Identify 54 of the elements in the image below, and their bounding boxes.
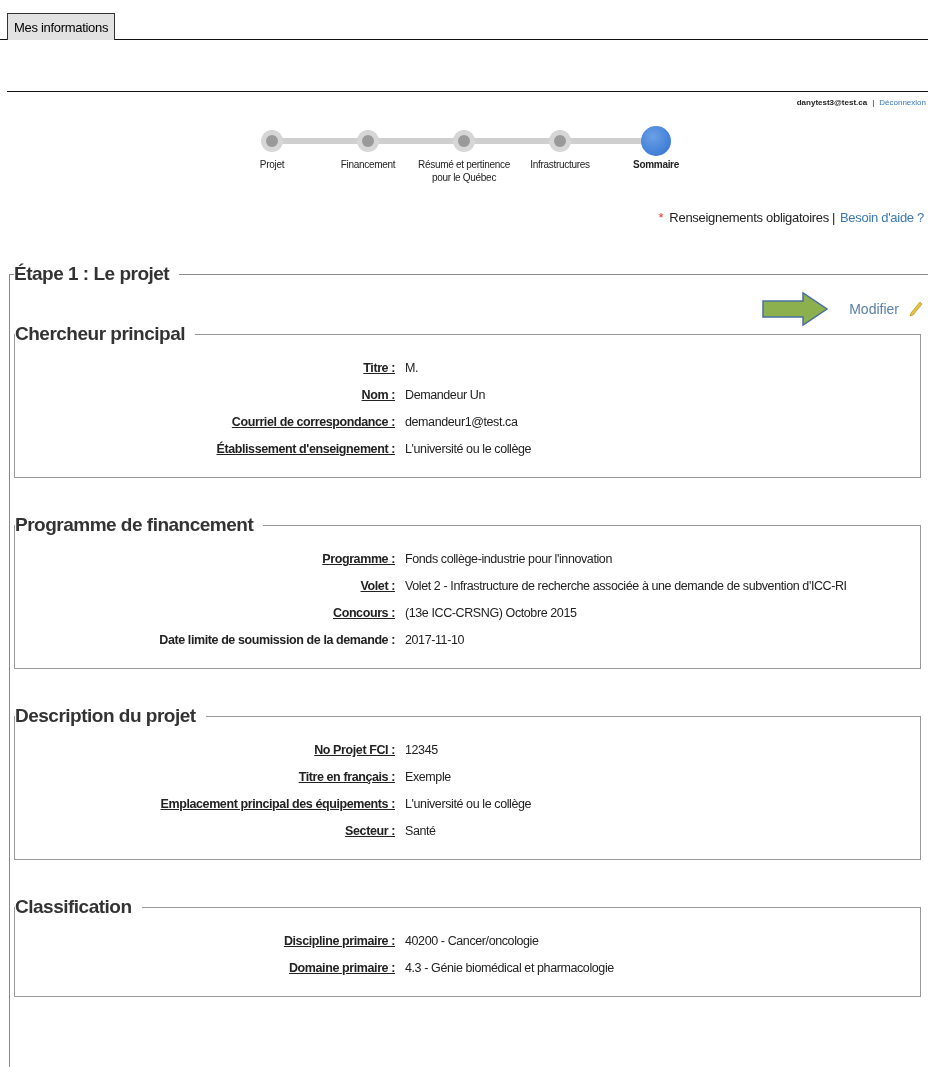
step-marker[interactable] xyxy=(261,130,283,152)
field-value: (13e ICC-CRSNG) Octobre 2015 xyxy=(405,605,578,622)
stage-title: Étape 1 : Le projet xyxy=(14,263,171,285)
field-label: Nom : xyxy=(360,387,395,404)
logout-link[interactable]: Déconnexion xyxy=(879,98,926,107)
section-title: Description du projet xyxy=(15,705,197,727)
field-value: 2017-11-10 xyxy=(405,632,465,649)
field-value: 40200 - Cancer/oncologie xyxy=(405,933,540,950)
step-marker[interactable] xyxy=(549,130,571,152)
field-value: Fonds collège-industrie pour l'innovation xyxy=(405,551,613,568)
field-value: Demandeur Un xyxy=(405,387,486,404)
required-asterisk: * xyxy=(658,210,664,225)
step-label[interactable]: Projet xyxy=(226,158,318,171)
field-label: Courriel de correspondance : xyxy=(230,414,395,431)
field-label: Titre en français : xyxy=(297,769,395,786)
field-value: 4.3 - Génie biomédical et pharmacologie xyxy=(405,960,615,977)
section-title: Programme de financement xyxy=(15,514,255,536)
field-value: L'université ou le collège xyxy=(405,441,533,458)
required-note: Renseignements obligatoires xyxy=(669,210,829,225)
section-title: Chercheur principal xyxy=(15,323,186,345)
separator: | xyxy=(831,210,835,225)
field-label: Volet : xyxy=(359,578,395,595)
pencil-icon[interactable] xyxy=(909,301,923,317)
step-label[interactable]: Résumé et pertinence pour le Québec xyxy=(418,158,510,184)
field-value: Volet 2 - Infrastructure de recherche associée à une demande de subvention d'ICC-RI xyxy=(405,578,848,595)
field-label: Domaine primaire : xyxy=(287,960,395,977)
step-label[interactable]: Financement xyxy=(322,158,414,171)
step-marker[interactable] xyxy=(641,126,671,156)
separator: | xyxy=(872,98,875,107)
user-email: danytest3@test.ca xyxy=(796,98,868,107)
field-label: Date limite de soumission de la demande : xyxy=(158,632,395,649)
field-value: M. xyxy=(405,360,420,377)
step-marker[interactable] xyxy=(357,130,379,152)
step-label[interactable]: Infrastructures xyxy=(514,158,606,171)
field-label: Discipline primaire : xyxy=(282,933,395,950)
my-info-tab[interactable]: Mes informations xyxy=(7,13,116,40)
field-value: 12345 xyxy=(405,742,439,759)
field-label: Secteur : xyxy=(344,823,395,840)
field-label: Programme : xyxy=(321,551,395,568)
field-label: Emplacement principal des équipements : xyxy=(159,796,395,813)
field-value: Exemple xyxy=(405,769,452,786)
field-label: Établissement d'enseignement : xyxy=(215,441,395,458)
field-label: Concours : xyxy=(332,605,395,622)
help-link[interactable]: Besoin d'aide ? xyxy=(840,210,924,225)
field-value: Santé xyxy=(405,823,437,840)
arrow-icon xyxy=(761,291,830,327)
field-label: Titre : xyxy=(362,360,395,377)
section-title: Classification xyxy=(15,896,133,918)
edit-link[interactable]: Modifier xyxy=(849,301,899,317)
field-value: demandeur1@test.ca xyxy=(405,414,519,431)
step-marker[interactable] xyxy=(453,130,475,152)
step-label[interactable]: Sommaire xyxy=(610,158,702,171)
field-value: L'université ou le collège xyxy=(405,796,533,813)
field-label: No Projet FCI : xyxy=(313,742,395,759)
